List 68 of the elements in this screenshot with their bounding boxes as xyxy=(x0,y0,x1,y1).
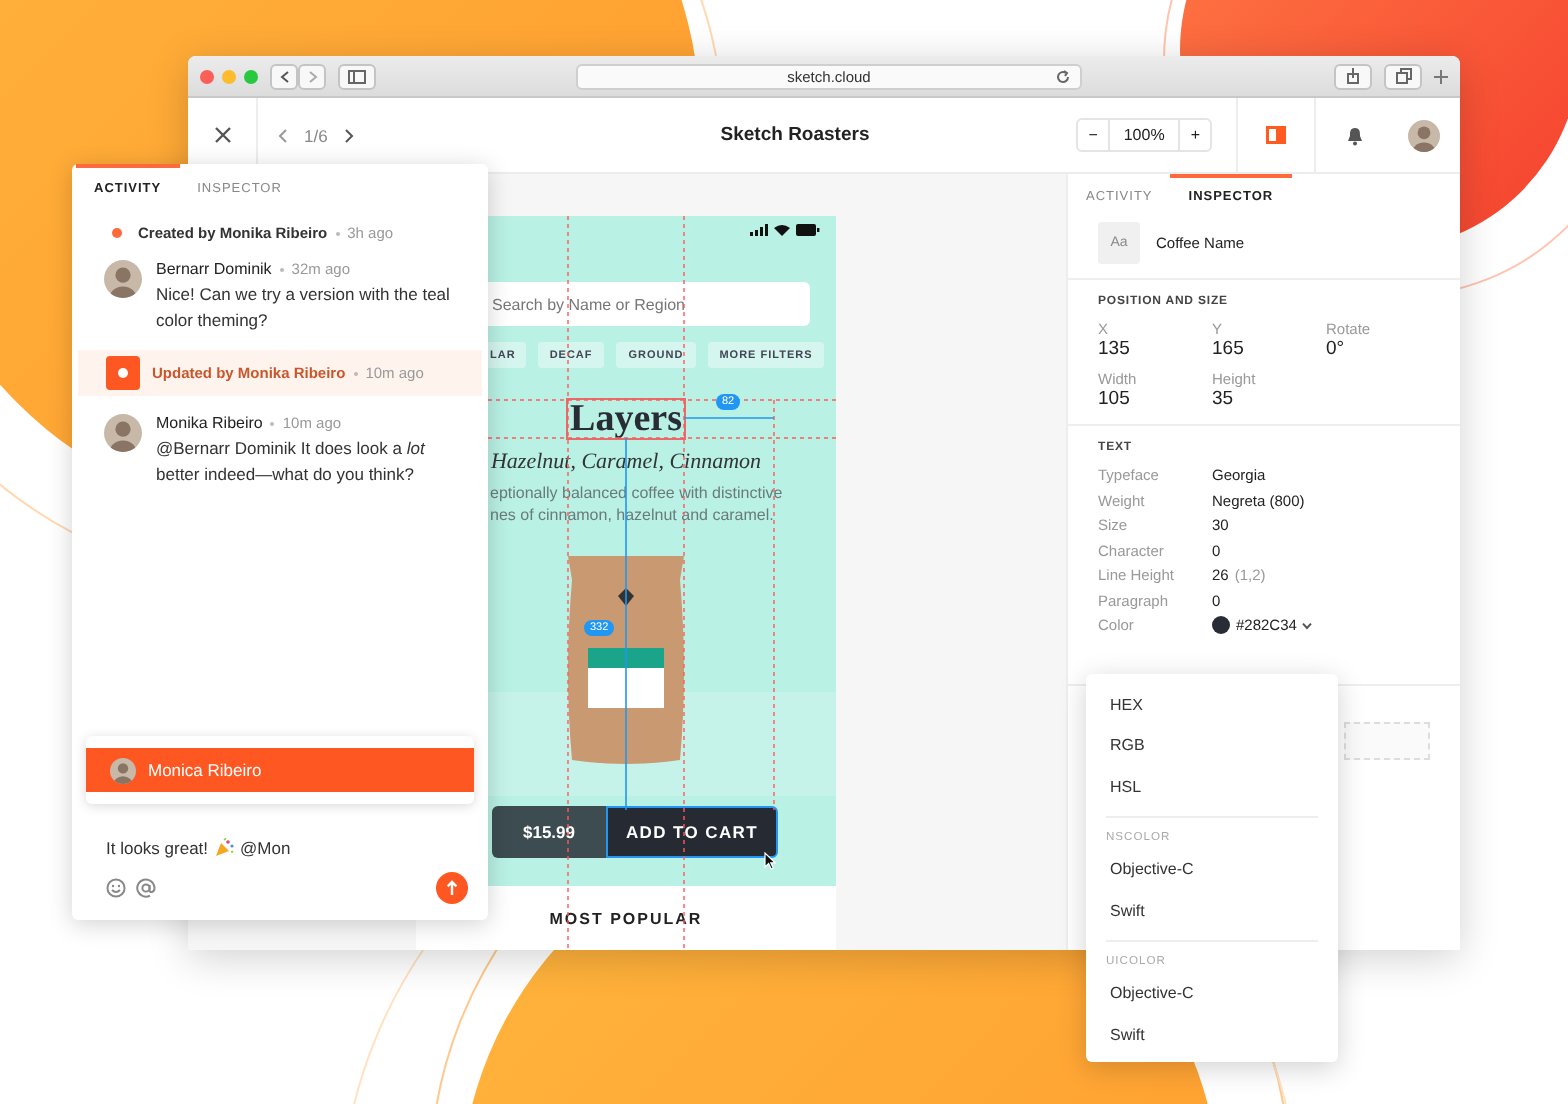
chevron-right-icon[interactable] xyxy=(343,127,354,143)
comment-author: Bernarr Dominik xyxy=(156,260,272,278)
mention-name: Monica Ribeiro xyxy=(148,760,262,780)
avatar xyxy=(104,414,142,452)
avatar xyxy=(104,260,142,298)
field-value: 0° xyxy=(1326,338,1347,360)
bell-icon[interactable] xyxy=(1346,125,1364,145)
chevron-down-icon[interactable] xyxy=(1302,621,1313,629)
menu-item[interactable]: Objective-C xyxy=(1106,973,1318,1014)
menu-item[interactable]: Swift xyxy=(1106,890,1318,931)
menu-item[interactable]: Objective-C xyxy=(1106,849,1318,890)
chevron-right-icon xyxy=(307,69,317,83)
input-text: @Mon xyxy=(240,838,291,858)
zoom-in-button[interactable]: + xyxy=(1180,120,1210,150)
menu-item[interactable]: Swift xyxy=(1106,1014,1318,1055)
share-button[interactable] xyxy=(1334,63,1372,89)
search-field[interactable]: Search by Name or Region xyxy=(488,282,810,326)
color-swatch[interactable] xyxy=(1212,616,1230,634)
comment-text: Nice! Can we try a version with the teal color theming? xyxy=(156,282,452,332)
close-icon[interactable] xyxy=(213,126,231,144)
update-icon xyxy=(106,356,140,390)
at-sign-icon[interactable] xyxy=(136,878,156,898)
dot-separator xyxy=(335,231,340,235)
sidebar-icon xyxy=(348,69,366,83)
zoom-level: 100% xyxy=(1107,120,1181,150)
dot-separator xyxy=(270,421,275,425)
field-value: 35 xyxy=(1212,388,1236,410)
document-title: Sketch Roasters xyxy=(718,124,872,146)
menu-item[interactable]: HSL xyxy=(1106,766,1318,807)
menu-item[interactable]: RGB xyxy=(1106,725,1318,766)
menu-item[interactable]: HEX xyxy=(1106,684,1318,725)
dot-separator xyxy=(279,267,284,271)
field-value: 105 xyxy=(1098,388,1132,410)
party-popper-icon xyxy=(214,838,235,858)
share-icon xyxy=(1346,68,1360,84)
battery-icon xyxy=(796,224,820,236)
input-text: It looks great! xyxy=(106,838,209,858)
emoji-icon[interactable] xyxy=(106,878,126,898)
wifi-icon xyxy=(774,224,790,236)
zoom-out-button[interactable]: − xyxy=(1078,120,1108,150)
event-dot-icon xyxy=(112,228,122,238)
section-heading: MOST POPULAR xyxy=(416,886,836,950)
cursor-icon xyxy=(764,852,776,870)
price-button[interactable]: $15.99 xyxy=(492,806,606,858)
avatar xyxy=(110,757,136,783)
dot-separator xyxy=(353,371,358,375)
product-title: Layers xyxy=(566,398,686,440)
sidebar-button[interactable] xyxy=(338,63,376,89)
page-counter: 1/6 xyxy=(304,125,328,145)
back-button[interactable] xyxy=(270,63,298,89)
plus-icon[interactable] xyxy=(1434,69,1448,83)
comment-input[interactable]: It looks great! @Mon xyxy=(106,838,468,858)
panel-toggle-icon[interactable] xyxy=(1266,126,1286,144)
comment-text: @Bernarr Dominik It does look a lot better indeed—what do you think? xyxy=(156,436,428,486)
field-value: 135 xyxy=(1098,338,1132,360)
send-button[interactable] xyxy=(436,872,468,904)
add-to-cart-button[interactable]: ADD TO CART xyxy=(606,806,778,858)
arrow-up-icon xyxy=(446,880,458,896)
reload-icon[interactable] xyxy=(1056,69,1070,83)
chevron-left-icon[interactable] xyxy=(278,127,288,143)
signal-icon xyxy=(750,224,768,236)
tabs-icon xyxy=(1395,68,1411,84)
comment-author: Monika Ribeiro xyxy=(156,414,263,432)
tabs-button[interactable] xyxy=(1384,63,1422,89)
field-value: 165 xyxy=(1212,338,1246,360)
chevron-left-icon xyxy=(279,69,289,83)
input-field[interactable] xyxy=(1344,722,1430,760)
avatar xyxy=(1408,119,1440,151)
